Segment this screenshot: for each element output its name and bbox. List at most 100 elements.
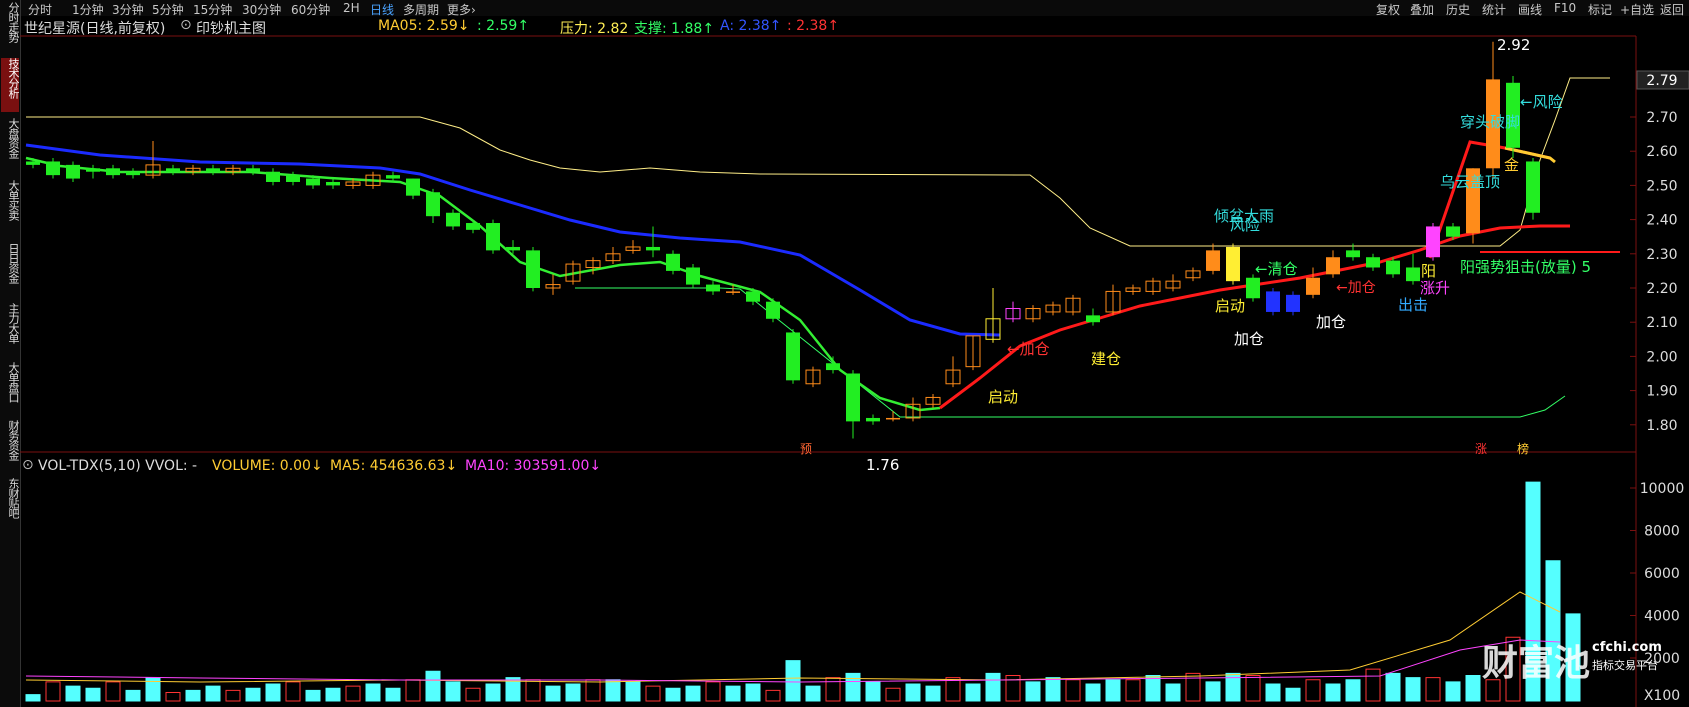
candle [1326,250,1340,278]
volume-bar [225,689,241,702]
volume-bar [625,681,641,702]
volume-bar [1025,681,1041,702]
candle [886,411,900,422]
volume-bar [165,692,181,702]
candle [945,356,961,388]
candle [1406,253,1420,285]
volume-bar [465,687,481,702]
volume-bar [1105,679,1121,702]
candle [545,274,561,295]
volume-bar [485,683,501,702]
volume-bar [685,685,701,702]
volume-bar [285,681,301,702]
candle [805,366,821,388]
volume-bar [1065,679,1081,702]
price-tick-label: 2.60 [1646,144,1677,160]
candlesticks [26,41,1540,439]
candle [1366,253,1380,271]
price-tick-label: 2.20 [1646,281,1677,297]
volume-bar [385,687,401,702]
volume-bar [585,679,601,702]
candle [846,370,860,439]
price-tick-label: 1.80 [1646,418,1677,434]
volume-bar [645,685,661,702]
candle [1005,301,1021,323]
candle [646,226,660,258]
wuyun-label: 乌云盖顶 [1440,173,1500,191]
candle [1045,301,1061,316]
jiacang-label-2: 加仓 [1316,313,1346,331]
volume-bar [1045,677,1061,702]
volume-bars [25,481,1581,702]
ma-blue-line [25,143,1001,337]
volume-bar [325,687,341,702]
volume-bar [665,687,681,702]
jin-label: 金 [1504,156,1519,174]
candle [1185,267,1201,282]
volume-bar [985,672,1001,702]
candle [1226,243,1240,285]
candle [605,246,621,265]
candle [1286,291,1300,316]
price-tick-label: 2.50 [1646,178,1677,194]
volume-bar [1145,675,1161,702]
candle [406,178,420,200]
volume-bar [565,683,581,702]
candle [766,298,780,323]
high-price-label: 2.92 [1497,36,1530,54]
candle [326,178,340,189]
candle [166,164,180,176]
candle [1246,274,1260,302]
volume-bar [185,689,201,702]
volume-bar [1205,681,1221,702]
candle [1165,274,1181,292]
candle [706,281,720,295]
volume-bar [45,681,61,702]
candle [86,164,100,179]
candle [66,161,80,182]
volume-bar [725,685,741,702]
zhang-marker: 涨 [1475,441,1487,456]
volume-bar [945,677,961,702]
risk-label: ←风险 [1520,93,1563,111]
volume-bar [905,683,921,702]
candle [1526,158,1540,220]
volume-bar [1085,683,1101,702]
volume-bar [545,685,561,702]
candle [1065,294,1081,316]
candle [1266,288,1280,316]
candle [1486,41,1500,179]
volume-bar [885,687,901,702]
chuji-label: 出击 [1398,296,1428,314]
candle [965,335,981,371]
yu-marker: 预 [800,442,812,456]
volume-bar [525,679,541,702]
candle [446,209,460,230]
qidong-label-1: 启动 [1215,297,1245,315]
volume-bar [1185,672,1201,702]
volume-bar [1385,672,1401,702]
candle [526,246,540,292]
volume-bar [1265,683,1281,702]
candle [1206,243,1220,275]
candle [106,164,120,179]
price-tick-label: 1.90 [1646,384,1677,400]
volume-bar [965,683,981,702]
candle [1105,284,1121,316]
candle [126,168,140,179]
volume-bar [1305,679,1321,702]
volume-bar [1465,675,1481,702]
candle [486,219,500,254]
volume-bar [405,679,421,702]
volume-bar [1425,677,1441,702]
jiacang-red-label-2: ←加仓 [1336,280,1376,296]
chuantou-label: 穿头破脚 [1460,113,1520,131]
logo-site: cfchi.com [1592,640,1662,655]
candle [206,164,220,176]
volume-bar [265,683,281,702]
candle [1426,223,1440,261]
candle [866,414,880,425]
bang-marker: 榜 [1517,441,1529,456]
volume-tick-label: 4000 [1644,609,1680,625]
volume-bar [705,681,721,702]
